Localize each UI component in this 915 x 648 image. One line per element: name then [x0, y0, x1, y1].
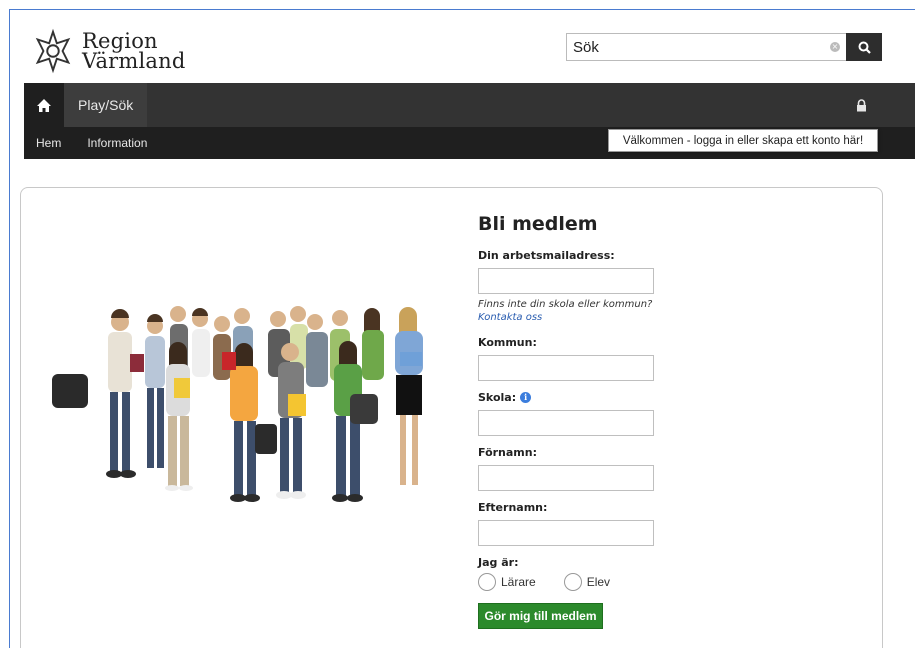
login-tooltip[interactable]: Välkommen - logga in eller skapa ett kon…	[608, 129, 878, 152]
efternamn-field[interactable]	[478, 520, 654, 546]
radio-elev-circle[interactable]	[563, 573, 582, 591]
radio-larare-circle[interactable]	[478, 573, 496, 591]
tab-play-sok[interactable]: Play/Sök	[64, 83, 148, 127]
email-label: Din arbetsmailadress:	[478, 249, 738, 262]
kommun-label: Kommun:	[478, 336, 738, 349]
logo-line-2: Värmland	[82, 49, 186, 73]
role-radio-group: Lärare Elev	[478, 573, 738, 591]
search-box: ×	[566, 33, 846, 61]
become-member-button[interactable]: Gör mig till medlem	[478, 603, 603, 629]
role-label: Jag är:	[478, 556, 738, 569]
fornamn-label-text: Förnamn:	[478, 446, 537, 459]
efternamn-label: Efternamn:	[478, 501, 738, 514]
kommun-field[interactable]	[478, 355, 654, 381]
logo-text: Region Värmland	[82, 29, 186, 73]
skola-field[interactable]	[478, 410, 654, 436]
membership-form: Bli medlem Din arbetsmailadress: Finns i…	[478, 213, 738, 629]
efternamn-label-text: Efternamn:	[478, 501, 548, 514]
home-icon	[37, 98, 51, 112]
contact-link[interactable]: Kontakta oss	[478, 311, 738, 324]
info-icon[interactable]: i	[520, 392, 532, 403]
flower-logo-icon	[35, 28, 71, 74]
logo-line-1: Region	[82, 29, 158, 53]
radio-larare[interactable]: Lärare	[478, 573, 536, 591]
search-bar: ×	[566, 33, 882, 61]
student-figures	[52, 306, 423, 502]
region-logo[interactable]: Region Värmland	[30, 28, 186, 74]
email-field[interactable]	[478, 268, 654, 294]
radio-larare-label: Lärare	[501, 575, 536, 589]
students-group-photo	[52, 306, 423, 502]
clear-icon[interactable]: ×	[830, 42, 840, 52]
form-title: Bli medlem	[478, 213, 598, 235]
top-navigation: Play/Sök	[24, 83, 915, 127]
fornamn-label: Förnamn:	[478, 446, 738, 459]
email-label-text: Din arbetsmailadress:	[478, 249, 615, 262]
skola-label: Skola: i	[478, 391, 738, 404]
radio-elev-label: Elev	[586, 575, 611, 589]
home-button[interactable]	[24, 83, 64, 127]
help-text: Finns inte din skola eller kommun? Konta…	[478, 298, 738, 324]
help-question: Finns inte din skola eller kommun?	[478, 299, 653, 310]
lock-icon[interactable]	[856, 97, 867, 116]
skola-label-text: Skola:	[478, 391, 517, 404]
search-icon	[858, 41, 871, 54]
role-label-text: Jag är:	[478, 556, 519, 569]
search-input[interactable]	[573, 38, 830, 56]
subnav-information[interactable]: Information	[87, 136, 147, 150]
search-button[interactable]	[846, 33, 882, 61]
subnav-hem[interactable]: Hem	[36, 136, 61, 150]
kommun-label-text: Kommun:	[478, 336, 537, 349]
fornamn-field[interactable]	[478, 465, 654, 491]
radio-elev[interactable]: Elev	[563, 573, 611, 591]
